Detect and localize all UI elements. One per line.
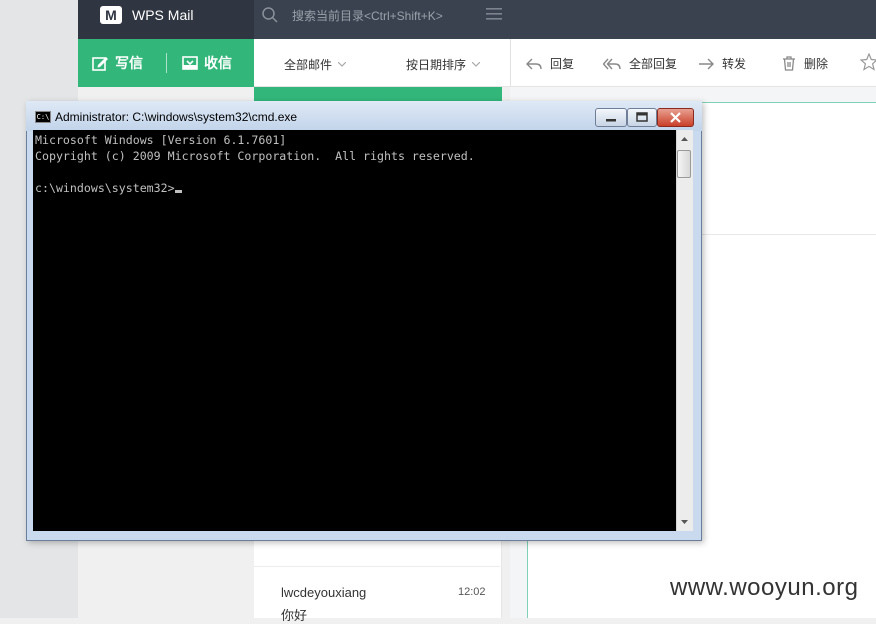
cmd-window-title: Administrator: C:\windows\system32\cmd.e… — [55, 110, 298, 124]
receive-mail-label: 收信 — [204, 55, 232, 71]
reply-all-label: 全部回复 — [629, 57, 678, 71]
mail-sender[interactable]: lwcdeyouxiang — [281, 585, 366, 600]
delete-button[interactable]: 删除 — [782, 55, 828, 72]
selected-item-indicator — [254, 87, 502, 101]
mail-logo-icon: M — [100, 6, 122, 24]
delete-label: 删除 — [804, 57, 829, 71]
reply-button[interactable]: 回复 — [526, 55, 574, 72]
receive-mail-button[interactable]: 收信 — [182, 52, 232, 74]
star-icon[interactable] — [860, 53, 876, 71]
watermark: www.wooyun.org — [670, 574, 859, 601]
sort-dropdown[interactable]: 按日期排序 — [406, 56, 481, 73]
mail-header-divider — [700, 234, 876, 235]
minimize-icon — [606, 119, 616, 122]
trash-icon — [783, 56, 795, 71]
compose-label: 写信 — [115, 55, 143, 71]
sort-label: 按日期排序 — [406, 58, 467, 72]
chevron-down-icon — [338, 62, 347, 67]
menu-icon[interactable] — [486, 8, 502, 20]
scroll-thumb[interactable] — [677, 150, 691, 178]
compose-icon — [92, 56, 108, 71]
reply-icon — [526, 58, 542, 69]
close-button[interactable] — [657, 108, 694, 127]
minimize-button[interactable] — [595, 108, 627, 127]
filter-label: 全部邮件 — [284, 58, 333, 72]
console-scrollbar[interactable] — [676, 130, 693, 531]
console-line: Copyright (c) 2009 Microsoft Corporation… — [35, 149, 475, 163]
forward-label: 转发 — [722, 57, 747, 71]
mail-filter-dropdown[interactable]: 全部邮件 — [284, 56, 347, 73]
text-cursor — [174, 190, 182, 193]
search-icon[interactable] — [261, 6, 279, 24]
console-output: Microsoft Windows [Version 6.1.7601] Cop… — [35, 132, 671, 196]
app-name: WPS Mail — [132, 7, 194, 23]
cmd-app-icon: C:\ — [35, 111, 51, 123]
forward-icon — [699, 58, 714, 69]
inbox-icon — [182, 56, 198, 70]
reply-all-button[interactable]: 全部回复 — [603, 55, 677, 72]
mail-subject[interactable]: 你好 — [281, 605, 307, 624]
reply-label: 回复 — [550, 57, 575, 71]
reply-all-icon — [603, 58, 621, 69]
scroll-down-icon[interactable] — [676, 516, 693, 528]
mail-time: 12:02 — [458, 586, 486, 598]
list-divider — [254, 566, 500, 567]
maximize-button[interactable] — [627, 108, 657, 127]
compose-button[interactable]: 写信 — [92, 52, 143, 74]
search-input[interactable] — [288, 6, 478, 26]
chevron-down-icon — [472, 62, 481, 67]
scroll-up-icon[interactable] — [676, 133, 693, 145]
maximize-icon — [636, 112, 648, 122]
console-line: Microsoft Windows [Version 6.1.7601] — [35, 133, 287, 147]
forward-button[interactable]: 转发 — [698, 55, 746, 72]
console-prompt: c:\windows\system32> — [35, 181, 175, 195]
close-icon — [670, 112, 681, 123]
action-divider — [166, 53, 167, 73]
